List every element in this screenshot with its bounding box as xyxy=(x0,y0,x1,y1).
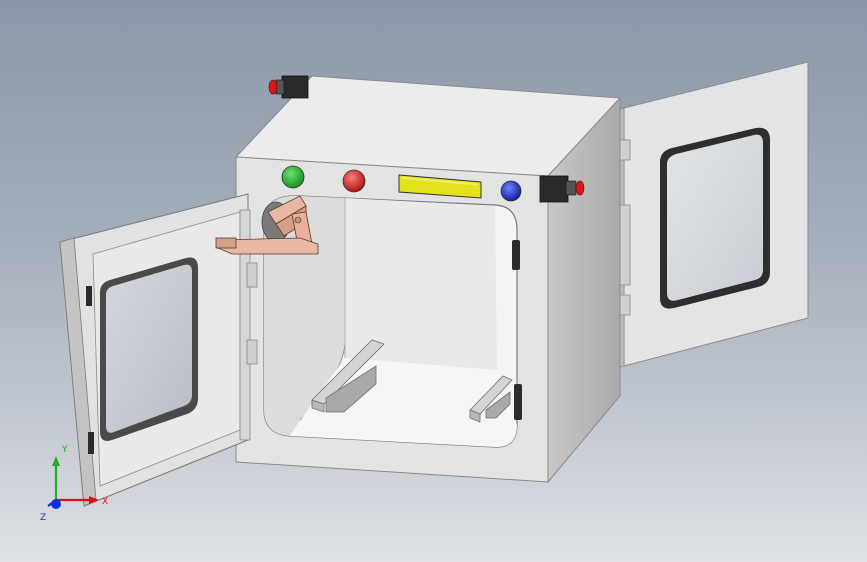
red-indicator-light[interactable] xyxy=(342,169,366,193)
right-door[interactable] xyxy=(617,61,809,369)
x-axis-arrow xyxy=(89,496,99,504)
interior-latch-top xyxy=(512,240,520,270)
green-indicator-light[interactable] xyxy=(281,165,305,189)
y-axis-label: Y xyxy=(61,445,68,455)
coordinate-triad: Y X Z xyxy=(40,445,108,523)
z-axis-label: Z xyxy=(40,513,46,523)
z-axis-marker xyxy=(51,499,61,509)
right-window-glass xyxy=(667,134,763,301)
x-axis-label: X xyxy=(102,497,108,507)
left-door-hinge-top xyxy=(246,262,258,288)
emergency-stop-left[interactable] xyxy=(268,75,309,99)
pass-box-model xyxy=(59,61,809,507)
cad-viewport[interactable]: Y X Z xyxy=(0,0,867,562)
left-window-glass xyxy=(106,264,192,433)
left-door-latch-top xyxy=(86,286,92,306)
blue-indicator-light[interactable] xyxy=(500,180,522,202)
y-axis-arrow xyxy=(52,456,60,466)
interior-latch-bottom xyxy=(514,384,522,420)
left-door-hinge-bottom xyxy=(246,339,258,365)
